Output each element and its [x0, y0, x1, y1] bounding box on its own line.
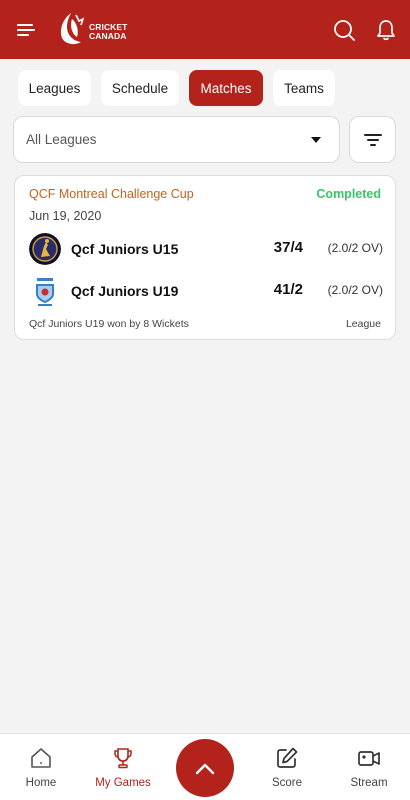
- team-name: Qcf Juniors U19: [71, 283, 179, 299]
- nav-my-games-label: My Games: [95, 777, 151, 789]
- nav-score-label: Score: [271, 777, 303, 789]
- nav-score[interactable]: Score: [252, 734, 322, 800]
- tab-schedule[interactable]: Schedule: [101, 70, 179, 106]
- section-tabs: Leagues Schedule Matches Teams: [0, 70, 410, 106]
- team-logo-u15: [29, 233, 61, 265]
- top-app-bar: CRICKET CANADA: [0, 0, 410, 59]
- brand-line-2: CANADA: [89, 31, 127, 41]
- home-icon: [31, 748, 51, 768]
- match-type: League: [345, 318, 381, 330]
- match-league: QCF Montreal Challenge Cup: [29, 187, 194, 201]
- brand-name: CRICKET CANADA: [89, 23, 127, 41]
- nav-home[interactable]: Home: [6, 734, 76, 800]
- nav-stream-label: Stream: [350, 777, 388, 789]
- league-select-value: All Leagues: [26, 132, 97, 147]
- team-overs: (2.0/2 OV): [327, 241, 383, 255]
- menu-icon[interactable]: [14, 18, 38, 42]
- nav-stream[interactable]: Stream: [334, 734, 404, 800]
- chevron-up-icon: [195, 763, 215, 775]
- tab-teams[interactable]: Teams: [273, 70, 335, 106]
- cricket-canada-logo: [61, 13, 85, 45]
- nav-home-label: Home: [25, 777, 57, 789]
- team-row: Qcf Juniors U19 41/2 (2.0/2 OV): [29, 275, 383, 307]
- video-icon: [358, 751, 380, 766]
- team-logo-u19: [29, 275, 61, 307]
- match-card[interactable]: QCF Montreal Challenge Cup Completed Jun…: [14, 175, 396, 340]
- bell-icon[interactable]: [374, 18, 398, 42]
- filter-button[interactable]: [349, 116, 396, 163]
- team-overs: (2.0/2 OV): [327, 283, 383, 297]
- league-select[interactable]: All Leagues: [13, 116, 340, 163]
- search-icon[interactable]: [332, 18, 356, 42]
- team-score: 41/2: [273, 281, 303, 298]
- edit-icon: [277, 747, 298, 768]
- team-name: Qcf Juniors U15: [71, 241, 179, 257]
- match-result: Qcf Juniors U19 won by 8 Wickets: [29, 318, 189, 330]
- team-score: 37/4: [273, 239, 303, 256]
- filter-icon: [364, 134, 382, 146]
- match-date: Jun 19, 2020: [29, 209, 102, 223]
- tab-matches[interactable]: Matches: [189, 70, 263, 106]
- nav-my-games[interactable]: My Games: [88, 734, 158, 800]
- tab-leagues[interactable]: Leagues: [18, 70, 91, 106]
- caret-down-icon: [311, 137, 321, 143]
- trophy-icon: [114, 748, 132, 769]
- scroll-up-fab[interactable]: [176, 739, 234, 797]
- team-row: Qcf Juniors U15 37/4 (2.0/2 OV): [29, 233, 383, 265]
- match-status: Completed: [316, 187, 381, 201]
